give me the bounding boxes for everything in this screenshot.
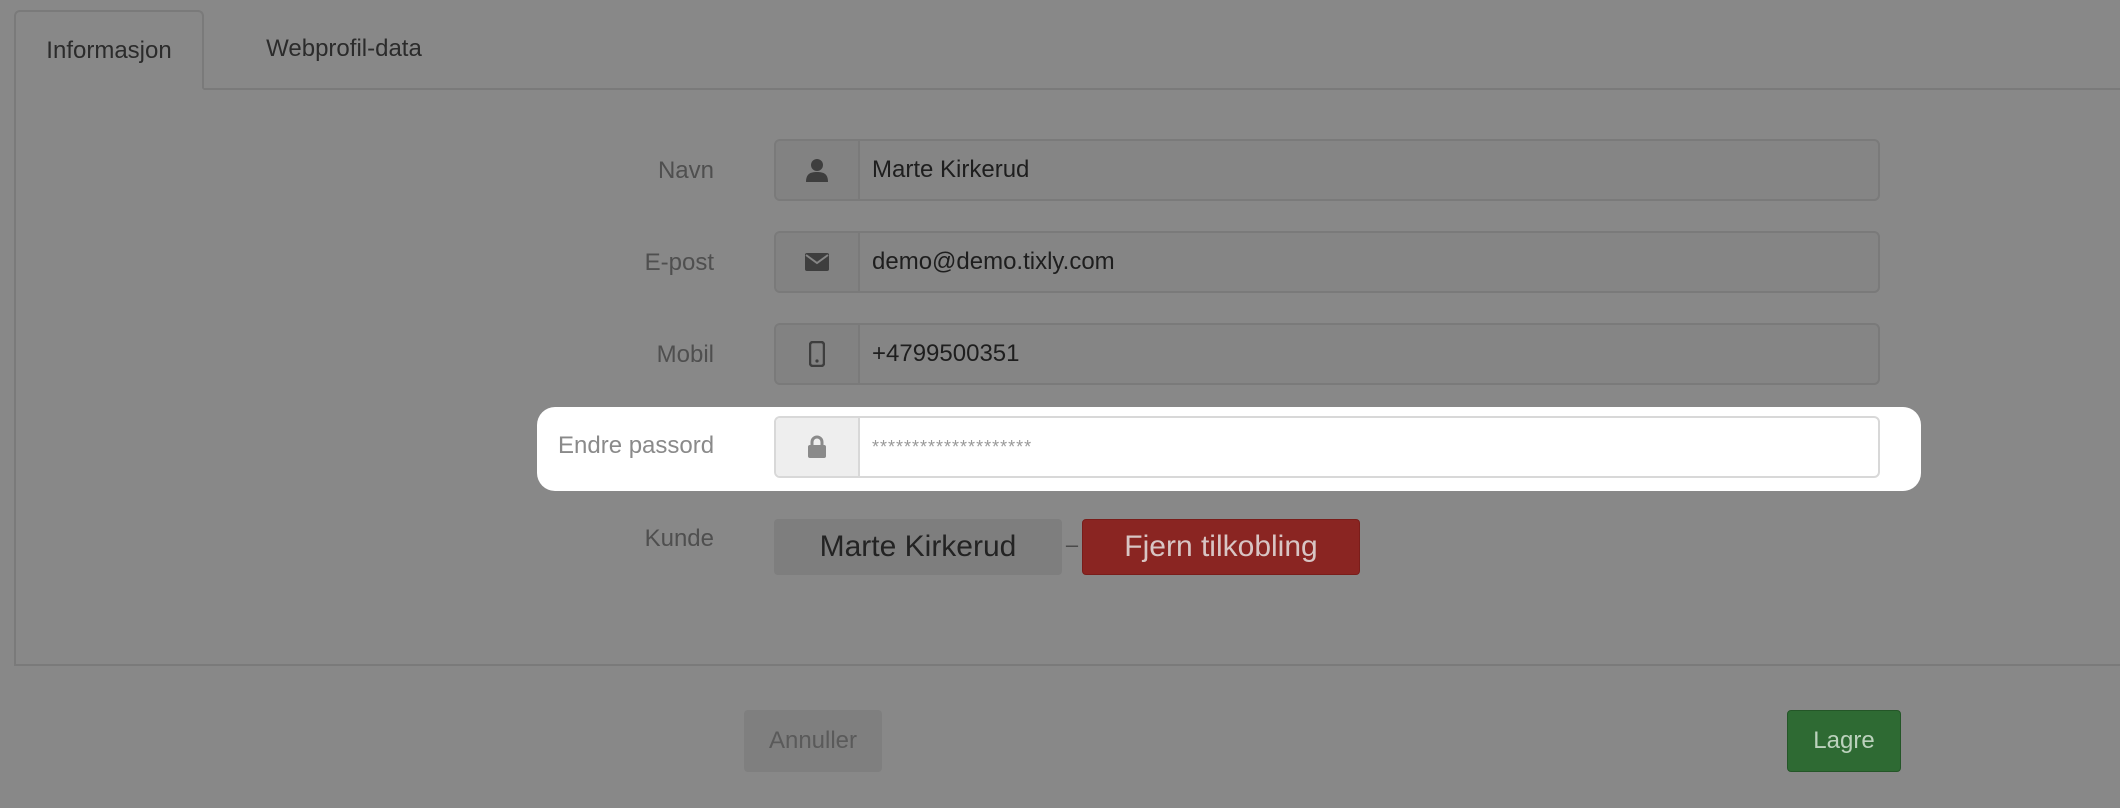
name-label: Navn bbox=[657, 157, 714, 184]
tab-bar: Informasjon Webprofil-data bbox=[14, 0, 2120, 90]
unlink-customer-button[interactable]: Fjern tilkobling bbox=[1082, 519, 1360, 575]
mobile-label: Mobil bbox=[656, 341, 714, 368]
lock-icon bbox=[776, 418, 860, 476]
email-input-group: demo@demo.tixly.com bbox=[774, 231, 1880, 293]
tab-webprofil-data[interactable]: Webprofil-data bbox=[234, 10, 454, 88]
mobile-field[interactable]: +4799500351 bbox=[860, 325, 1878, 383]
email-label: E-post bbox=[644, 249, 714, 276]
tab-informasjon[interactable]: Informasjon bbox=[14, 10, 204, 90]
customer-label: Kunde bbox=[644, 525, 714, 552]
envelope-icon bbox=[776, 233, 860, 291]
email-field[interactable]: demo@demo.tixly.com bbox=[860, 233, 1878, 291]
password-field[interactable]: ******************** bbox=[860, 418, 1878, 476]
customer-name-button[interactable]: Marte Kirkerud bbox=[774, 519, 1062, 575]
cancel-button[interactable]: Annuller bbox=[744, 710, 882, 772]
mobile-input-group: +4799500351 bbox=[774, 323, 1880, 385]
name-input-group: Marte Kirkerud bbox=[774, 139, 1880, 201]
customer-separator: – bbox=[1065, 532, 1079, 557]
password-input-group: ******************** bbox=[774, 416, 1880, 478]
save-button[interactable]: Lagre bbox=[1787, 710, 1901, 772]
password-label: Endre passord bbox=[558, 432, 715, 459]
name-field[interactable]: Marte Kirkerud bbox=[860, 141, 1878, 199]
mobile-phone-icon bbox=[776, 325, 860, 383]
user-icon bbox=[776, 141, 860, 199]
